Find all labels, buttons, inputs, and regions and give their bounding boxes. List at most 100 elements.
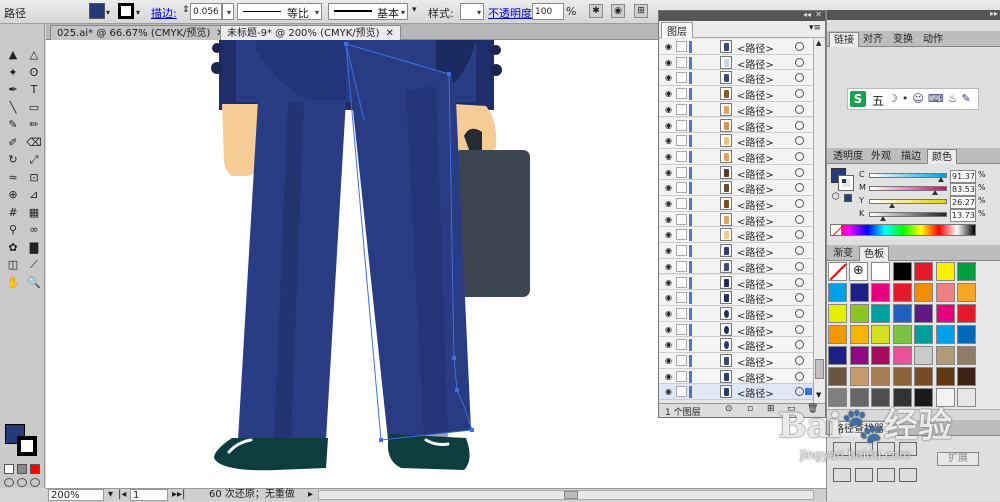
target-circle-icon[interactable] <box>795 293 804 303</box>
layer-row[interactable]: ◉ <路径> <box>659 39 813 55</box>
lock-toggle[interactable] <box>676 229 687 241</box>
lock-toggle[interactable] <box>676 150 687 162</box>
dock-tab-1[interactable]: 对齐 <box>859 32 887 47</box>
channel-value-C[interactable]: 91.37 <box>950 170 976 183</box>
visibility-eye-icon[interactable]: ◉ <box>665 293 672 302</box>
column-graph-icon[interactable]: ▇ <box>24 239 44 256</box>
dock-tab-2[interactable]: 变换 <box>889 32 917 47</box>
lock-toggle[interactable] <box>676 370 687 382</box>
color-swatch[interactable] <box>914 367 933 386</box>
target-circle-icon[interactable] <box>795 183 804 193</box>
target-circle-icon[interactable] <box>795 371 804 381</box>
none-color-icon[interactable] <box>830 224 844 236</box>
lock-toggle[interactable] <box>676 166 687 178</box>
color-swatch[interactable] <box>935 283 955 302</box>
blend-icon[interactable]: ∞ <box>24 221 44 238</box>
slider-thumb-icon[interactable] <box>937 177 944 182</box>
layer-row[interactable]: ◉ <路径> <box>659 337 813 353</box>
color-swatch[interactable] <box>957 304 976 323</box>
lock-toggle[interactable] <box>676 72 687 84</box>
dock-tab-3[interactable]: 动作 <box>919 32 947 47</box>
target-circle-icon[interactable] <box>795 387 804 397</box>
color-swatch[interactable] <box>849 367 869 386</box>
slice-icon[interactable]: ⟋ <box>24 256 44 273</box>
color-swatch[interactable] <box>935 367 955 386</box>
swatches-tab-1[interactable]: 色板 <box>859 246 889 261</box>
graphic-style-picker[interactable]: ▾ <box>460 3 484 20</box>
visibility-eye-icon[interactable]: ◉ <box>665 230 672 239</box>
color-mode-icon[interactable] <box>4 464 14 474</box>
color-spectrum[interactable] <box>830 224 976 236</box>
target-circle-icon[interactable] <box>795 246 804 256</box>
visibility-eye-icon[interactable]: ◉ <box>665 152 672 161</box>
color-swatch[interactable] <box>871 346 890 365</box>
layer-row[interactable]: ◉ <路径> <box>659 196 813 212</box>
color-swatch[interactable] <box>828 346 847 365</box>
pencil-icon[interactable]: ✏ <box>24 116 44 133</box>
layer-row[interactable]: ◉ <路径> <box>659 180 813 196</box>
color-swatch[interactable] <box>871 283 890 302</box>
color-swatch[interactable] <box>871 262 890 281</box>
stroke-swatch-large[interactable] <box>17 436 37 456</box>
lock-toggle[interactable] <box>676 355 687 366</box>
target-circle-icon[interactable] <box>795 104 804 114</box>
status-menu-icon[interactable]: ▸ <box>308 489 313 501</box>
target-circle-icon[interactable] <box>795 167 804 177</box>
lock-toggle[interactable] <box>676 103 687 115</box>
target-circle-icon[interactable] <box>795 89 804 99</box>
color-swatch[interactable] <box>871 325 890 344</box>
target-circle-icon[interactable] <box>795 340 804 350</box>
color-swatch[interactable] <box>914 262 933 281</box>
fill-dropdown-icon[interactable]: ▾ <box>106 8 110 17</box>
lock-toggle[interactable] <box>676 135 687 147</box>
symbol-sprayer-icon[interactable]: ✿ <box>3 239 23 256</box>
layer-row[interactable]: ◉ <路径> <box>659 305 813 322</box>
visibility-eye-icon[interactable]: ◉ <box>665 183 672 192</box>
layer-row[interactable]: ◉ <路径> <box>659 290 813 306</box>
layer-row[interactable]: ◉ <路径> <box>659 227 813 243</box>
opacity-label[interactable]: 不透明度: <box>488 5 536 21</box>
visibility-eye-icon[interactable]: ◉ <box>665 121 672 130</box>
doc-tab-1[interactable]: 025.ai* @ 66.67% (CMYK/预览)✕ <box>50 25 232 40</box>
layer-row[interactable]: ◉ <路径> <box>659 86 813 102</box>
visibility-eye-icon[interactable]: ◉ <box>665 199 672 208</box>
color-swatch[interactable] <box>828 283 847 302</box>
layer-row[interactable]: ◉ <路径> <box>659 321 813 338</box>
color-swatch[interactable] <box>871 304 890 323</box>
color-swatch[interactable] <box>828 304 847 323</box>
dock-tab-0[interactable]: 链接 <box>829 32 859 47</box>
color-swatch[interactable] <box>914 304 933 323</box>
visibility-eye-icon[interactable]: ◉ <box>665 168 672 177</box>
slider-thumb-icon[interactable] <box>931 190 938 195</box>
color-swatch[interactable] <box>935 262 955 281</box>
color-swatch[interactable] <box>849 346 869 365</box>
target-circle-icon[interactable] <box>795 199 804 208</box>
eraser-icon[interactable]: ⌫ <box>24 134 44 151</box>
globe-icon[interactable]: ◉ <box>611 4 625 18</box>
expand-button[interactable]: 扩展 <box>937 452 979 466</box>
lock-toggle[interactable] <box>676 88 687 100</box>
lock-toggle[interactable] <box>676 260 687 272</box>
color-swatch[interactable] <box>935 346 955 365</box>
variable-width-profile[interactable]: 等比 ▾ <box>237 3 322 20</box>
color-swatch[interactable] <box>828 367 847 386</box>
channel-slider-K[interactable] <box>869 212 947 221</box>
visibility-eye-icon[interactable]: ◉ <box>665 58 672 67</box>
opacity-input[interactable]: 100 <box>533 7 552 17</box>
lock-toggle[interactable] <box>676 56 687 68</box>
color-panel-tab-0[interactable]: 透明度 <box>829 149 867 164</box>
lock-toggle[interactable] <box>676 198 687 209</box>
draw-behind-icon[interactable] <box>17 478 27 487</box>
color-panel-tab-1[interactable]: 外观 <box>867 149 895 164</box>
direct-selection-icon[interactable]: △ <box>24 46 44 63</box>
visibility-eye-icon[interactable]: ◉ <box>665 42 672 51</box>
color-swatch[interactable] <box>935 325 955 344</box>
zoom-icon[interactable]: 🔍 <box>24 274 44 291</box>
layer-row[interactable]: ◉ <路径> <box>659 164 813 181</box>
target-circle-icon[interactable] <box>795 277 804 287</box>
type-icon[interactable]: T <box>24 81 44 98</box>
align-icon[interactable]: ⊞ <box>634 4 648 18</box>
color-swatch[interactable] <box>914 346 933 365</box>
color-swatch[interactable] <box>935 304 955 323</box>
layer-row[interactable]: ◉ <路径> <box>659 117 813 134</box>
